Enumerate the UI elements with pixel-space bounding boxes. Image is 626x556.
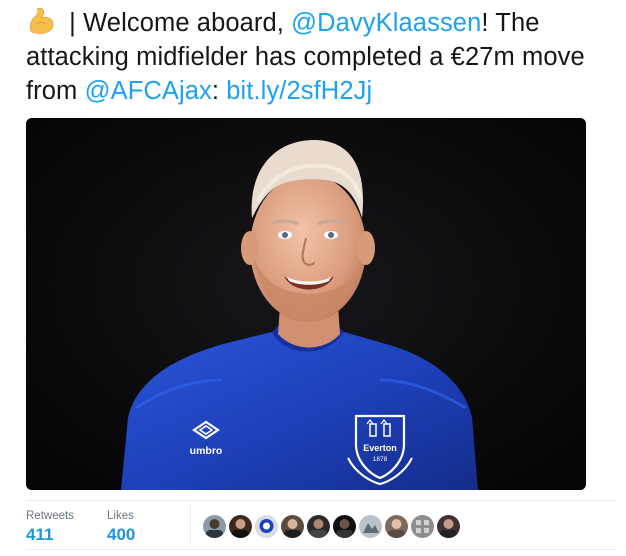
tweet-stats: Retweets 411 Likes 400	[26, 500, 616, 550]
retweets-stat[interactable]: Retweets 411	[26, 509, 74, 545]
retweets-label: Retweets	[26, 510, 74, 522]
tweet-photo[interactable]: umbro Everton 1878	[26, 118, 586, 490]
likes-stat[interactable]: Likes 400	[107, 509, 135, 545]
liker-avatar[interactable]	[280, 514, 305, 539]
mention-davy-klaassen-link[interactable]: @DavyKlaassen	[291, 9, 481, 37]
retweets-count: 411	[26, 525, 54, 544]
liker-avatar[interactable]	[332, 514, 357, 539]
short-url-link[interactable]: bit.ly/2sfH2Jj	[226, 77, 372, 105]
liker-avatar[interactable]	[358, 514, 383, 539]
stats-divider	[190, 505, 191, 543]
flexed-biceps-icon	[29, 7, 54, 34]
kit-brand-text: umbro	[190, 445, 223, 457]
liker-avatar[interactable]	[306, 514, 331, 539]
likes-label: Likes	[107, 510, 134, 522]
player-photo: umbro Everton 1878	[26, 118, 586, 490]
liker-avatar[interactable]	[436, 514, 461, 539]
tweet-text: | Welcome aboard, @DavyKlaassen! The att…	[26, 6, 616, 108]
liker-avatar[interactable]	[254, 514, 279, 539]
liker-avatar[interactable]	[228, 514, 253, 539]
mention-afc-ajax-link[interactable]: @AFCAjax	[85, 77, 212, 105]
tweet-welcome: Welcome aboard,	[83, 9, 292, 37]
liker-avatar[interactable]	[384, 514, 409, 539]
likes-count: 400	[107, 525, 136, 544]
tweet-separator: |	[62, 9, 84, 37]
liker-avatar[interactable]	[410, 514, 435, 539]
tweet-colon: :	[211, 77, 227, 105]
crest-name-text: Everton	[363, 443, 397, 453]
crest-year-text: 1878	[373, 456, 388, 463]
liker-avatar[interactable]	[202, 514, 227, 539]
